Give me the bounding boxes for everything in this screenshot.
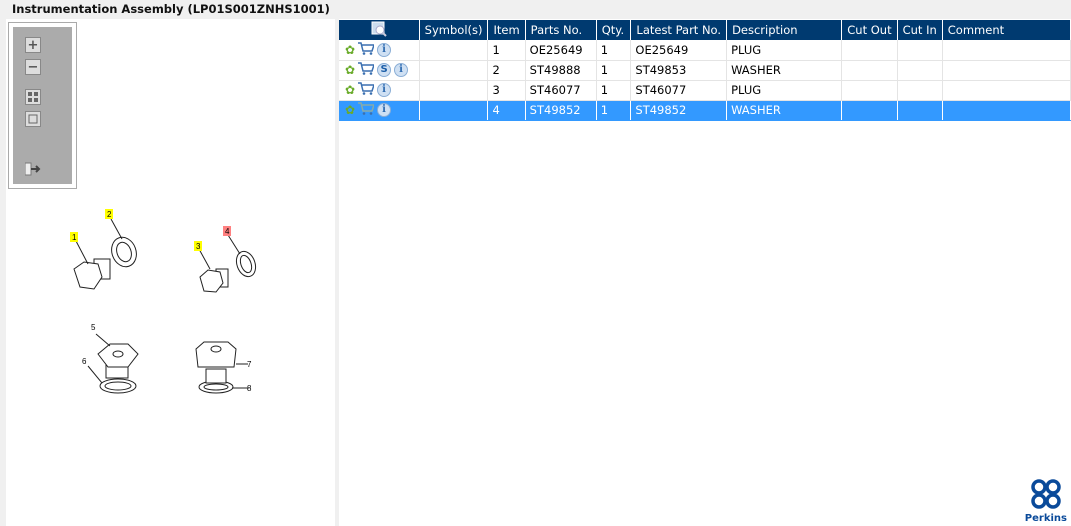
cell-item: 1: [487, 40, 526, 61]
gear-icon[interactable]: ✿: [345, 43, 355, 57]
window-title: Instrumentation Assembly (LP01S001ZNHS10…: [12, 2, 330, 16]
diagram-panel: + − 1 2 3 4 5 6 7 8: [6, 19, 335, 526]
row-actions: ✿ Si: [339, 60, 420, 81]
cart-icon[interactable]: [358, 102, 376, 118]
cell-cut-in: [897, 60, 943, 81]
cell-comment: [942, 100, 1071, 121]
cell-qty: 1: [596, 80, 632, 101]
table-row[interactable]: ✿ i 4 ST49852 1 ST49852 WASHER: [339, 100, 1071, 121]
cell-parts-no: ST49852: [525, 100, 597, 121]
gear-icon[interactable]: ✿: [345, 103, 355, 117]
supersession-icon[interactable]: S: [377, 63, 392, 77]
callout-5[interactable]: 5: [91, 323, 96, 332]
info-icon[interactable]: i: [377, 42, 392, 57]
row-actions: ✿ i: [339, 100, 420, 121]
cell-item: 4: [487, 100, 526, 121]
info-icon[interactable]: i: [377, 103, 392, 117]
info-icon[interactable]: i: [377, 83, 392, 97]
row-actions: ✿ i: [339, 40, 420, 61]
cell-comment: [942, 60, 1071, 81]
cell-cut-out: [841, 80, 898, 101]
cell-cut-out: [841, 100, 898, 121]
cell-symbols: [419, 40, 489, 61]
filter-column-header[interactable]: [339, 20, 420, 40]
col-item[interactable]: Item: [487, 20, 526, 40]
cell-qty: 1: [596, 60, 632, 81]
callout-4[interactable]: 4: [225, 227, 230, 236]
cell-symbols: [419, 60, 489, 81]
cell-latest-part-no: ST46077: [630, 80, 728, 101]
table-row[interactable]: ✿ i 3 ST46077 1 ST46077 PLUG: [339, 80, 1071, 101]
parts-list-panel: Symbol(s) Item Parts No. Qty. Latest Par…: [339, 19, 1071, 526]
cell-cut-out: [841, 60, 898, 81]
cart-icon[interactable]: [358, 42, 376, 58]
cell-comment: [942, 40, 1071, 61]
callout-2[interactable]: 2: [107, 210, 112, 219]
cell-parts-no: ST49888: [525, 60, 597, 81]
cell-cut-in: [897, 80, 943, 101]
col-cut-out[interactable]: Cut Out: [841, 20, 898, 40]
cell-item: 3: [487, 80, 526, 101]
perkins-logo-mark: [1031, 479, 1061, 509]
cell-cut-in: [897, 40, 943, 61]
cell-latest-part-no: OE25649: [630, 40, 728, 61]
table-row[interactable]: ✿ i 1 OE25649 1 OE25649 PLUG: [339, 40, 1071, 61]
col-symbols[interactable]: Symbol(s): [419, 20, 489, 40]
callout-8[interactable]: 8: [247, 384, 252, 393]
row-actions: ✿ i: [339, 80, 420, 101]
cell-parts-no: ST46077: [525, 80, 597, 101]
callout-3[interactable]: 3: [196, 242, 201, 251]
info-icon[interactable]: i: [394, 63, 409, 77]
callout-6[interactable]: 6: [82, 357, 87, 366]
cell-symbols: [419, 100, 489, 121]
cell-qty: 1: [596, 40, 632, 61]
cell-comment: [942, 80, 1071, 101]
cart-icon[interactable]: [358, 82, 376, 98]
parts-diagram: 1 2 3 4 5 6 7 8: [70, 209, 257, 394]
parts-table: Symbol(s) Item Parts No. Qty. Latest Par…: [339, 20, 1071, 121]
cell-description: PLUG: [726, 40, 843, 61]
cell-symbols: [419, 80, 489, 101]
cell-latest-part-no: ST49853: [630, 60, 728, 81]
callout-7[interactable]: 7: [247, 360, 252, 369]
col-qty[interactable]: Qty.: [596, 20, 632, 40]
perkins-logo: Perkins: [1025, 478, 1067, 524]
cell-description: WASHER: [726, 100, 843, 121]
cell-cut-out: [841, 40, 898, 61]
search-filter-icon: [371, 21, 387, 37]
cell-description: PLUG: [726, 80, 843, 101]
table-row[interactable]: ✿ Si 2 ST49888 1 ST49853 WASHER: [339, 60, 1071, 81]
col-comment[interactable]: Comment: [942, 20, 1071, 40]
callout-1[interactable]: 1: [72, 233, 77, 242]
gear-icon[interactable]: ✿: [345, 63, 355, 77]
cart-icon[interactable]: [358, 62, 376, 78]
col-latest-part-no[interactable]: Latest Part No.: [630, 20, 728, 40]
cell-item: 2: [487, 60, 526, 81]
col-parts-no[interactable]: Parts No.: [525, 20, 597, 40]
col-cut-in[interactable]: Cut In: [897, 20, 943, 40]
gear-icon[interactable]: ✿: [345, 83, 355, 97]
cell-qty: 1: [596, 100, 632, 121]
cell-parts-no: OE25649: [525, 40, 597, 61]
cell-cut-in: [897, 100, 943, 121]
cell-latest-part-no: ST49852: [630, 100, 728, 121]
cell-description: WASHER: [726, 60, 843, 81]
col-description[interactable]: Description: [726, 20, 843, 40]
